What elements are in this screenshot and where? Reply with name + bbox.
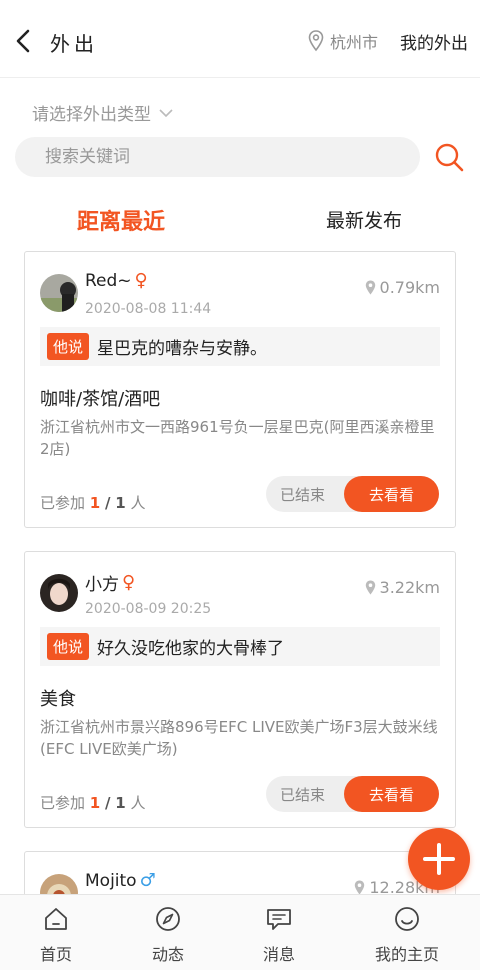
distance-value: 0.79km xyxy=(379,278,440,297)
quote-box: 他说 星巴克的嘈杂与安静。 xyxy=(40,327,440,366)
outing-card[interactable]: 小方 ♀ 2020-08-09 20:25 3.22km 他说 好久没吃他家的大… xyxy=(24,551,456,828)
compass-icon xyxy=(156,907,180,931)
quote-badge: 他说 xyxy=(47,333,90,360)
user-name[interactable]: Mojito xyxy=(85,871,137,891)
type-dropdown-label: 请选择外出类型 xyxy=(32,105,151,125)
type-dropdown[interactable]: 请选择外出类型 xyxy=(32,100,173,125)
quote-badge: 他说 xyxy=(47,633,90,660)
tab-nearest[interactable]: 距离最近 xyxy=(77,204,165,236)
nav-home[interactable]: 首页 xyxy=(6,895,106,970)
female-icon: ♀ xyxy=(122,572,136,593)
user-name[interactable]: 小方 xyxy=(85,570,119,595)
user-line: 小方 ♀ xyxy=(85,570,135,595)
tab-latest[interactable]: 最新发布 xyxy=(326,206,402,233)
location-pin-icon xyxy=(355,880,365,895)
location-pin-icon xyxy=(365,280,375,295)
nav-feed[interactable]: 动态 xyxy=(118,895,218,970)
joined-total: 1 xyxy=(115,794,126,812)
outing-card[interactable]: Red~ ♀ 2020-08-08 11:44 0.79km 他说 星巴克的嘈杂… xyxy=(24,251,456,528)
distance: 3.22km xyxy=(365,578,440,597)
avatar[interactable] xyxy=(40,274,78,312)
my-outing-link[interactable]: 我的外出 xyxy=(400,29,468,54)
joined-prefix: 已参加 xyxy=(40,794,86,812)
action-group: 已结束 去看看 xyxy=(266,776,439,812)
view-button[interactable]: 去看看 xyxy=(344,476,439,512)
distance: 0.79km xyxy=(365,278,440,297)
search-input[interactable] xyxy=(15,137,420,177)
back-button[interactable] xyxy=(10,26,38,56)
user-line: Mojito ♂ xyxy=(85,870,156,891)
distance-value: 3.22km xyxy=(379,578,440,597)
nav-messages-label: 消息 xyxy=(262,945,295,964)
chevron-left-icon xyxy=(16,29,30,53)
search-icon xyxy=(435,143,464,172)
post-time: 2020-08-09 20:25 xyxy=(85,601,212,617)
joined-count: 已参加 1 / 1 人 xyxy=(40,492,146,513)
page-title: 外出 xyxy=(50,32,98,56)
post-time: 2020-08-08 11:44 xyxy=(85,301,212,317)
joined-separator: / xyxy=(105,794,111,812)
quote-box: 他说 好久没吃他家的大骨棒了 xyxy=(40,627,440,666)
joined-number: 1 xyxy=(89,494,101,512)
plus-icon xyxy=(423,843,455,875)
nav-profile[interactable]: 我的主页 xyxy=(357,895,457,970)
quote-text: 星巴克的嘈杂与安静。 xyxy=(97,339,268,359)
status-badge: 已结束 xyxy=(280,486,326,504)
avatar[interactable] xyxy=(40,574,78,612)
action-group: 已结束 去看看 xyxy=(266,476,439,512)
search-button[interactable] xyxy=(432,140,466,174)
joined-total: 1 xyxy=(115,494,126,512)
category: 美食 xyxy=(40,689,76,710)
user-name[interactable]: Red~ xyxy=(85,271,132,291)
joined-prefix: 已参加 xyxy=(40,494,86,512)
quote-text: 好久没吃他家的大骨棒了 xyxy=(97,639,285,659)
city-selector[interactable]: 杭州市 xyxy=(308,28,378,54)
nav-feed-label: 动态 xyxy=(151,945,184,964)
bottom-nav: 首页 动态 消息 我的主页 xyxy=(0,894,480,970)
joined-separator: / xyxy=(105,494,111,512)
city-label: 杭州市 xyxy=(330,33,379,52)
female-icon: ♀ xyxy=(134,270,148,291)
view-button[interactable]: 去看看 xyxy=(344,776,439,812)
joined-number: 1 xyxy=(89,794,101,812)
profile-icon xyxy=(395,907,419,931)
home-icon xyxy=(45,908,67,930)
location-pin-icon xyxy=(365,580,375,595)
joined-unit: 人 xyxy=(130,494,146,512)
address: 浙江省杭州市景兴路896号EFC LIVE欧美广场F3层大鼓米线(EFC LIV… xyxy=(40,718,438,758)
nav-home-label: 首页 xyxy=(39,945,72,964)
message-icon xyxy=(267,909,291,930)
location-pin-icon xyxy=(308,30,324,52)
nav-messages[interactable]: 消息 xyxy=(229,895,329,970)
status-badge: 已结束 xyxy=(280,786,326,804)
nav-profile-label: 我的主页 xyxy=(374,945,439,964)
top-bar: 外出 杭州市 我的外出 xyxy=(0,0,480,78)
app-root: 外出 杭州市 我的外出 请选择外出类型 距离最近 最新发布 xyxy=(0,0,480,970)
male-icon: ♂ xyxy=(139,870,156,891)
address: 浙江省杭州市文一西路961号负一层星巴克(阿里西溪亲橙里2店) xyxy=(40,418,435,458)
chevron-down-icon xyxy=(159,108,173,117)
joined-count: 已参加 1 / 1 人 xyxy=(40,792,146,813)
user-line: Red~ ♀ xyxy=(85,270,148,291)
joined-unit: 人 xyxy=(130,794,146,812)
category: 咖啡/茶馆/酒吧 xyxy=(40,389,161,410)
add-outing-button[interactable] xyxy=(408,828,470,890)
